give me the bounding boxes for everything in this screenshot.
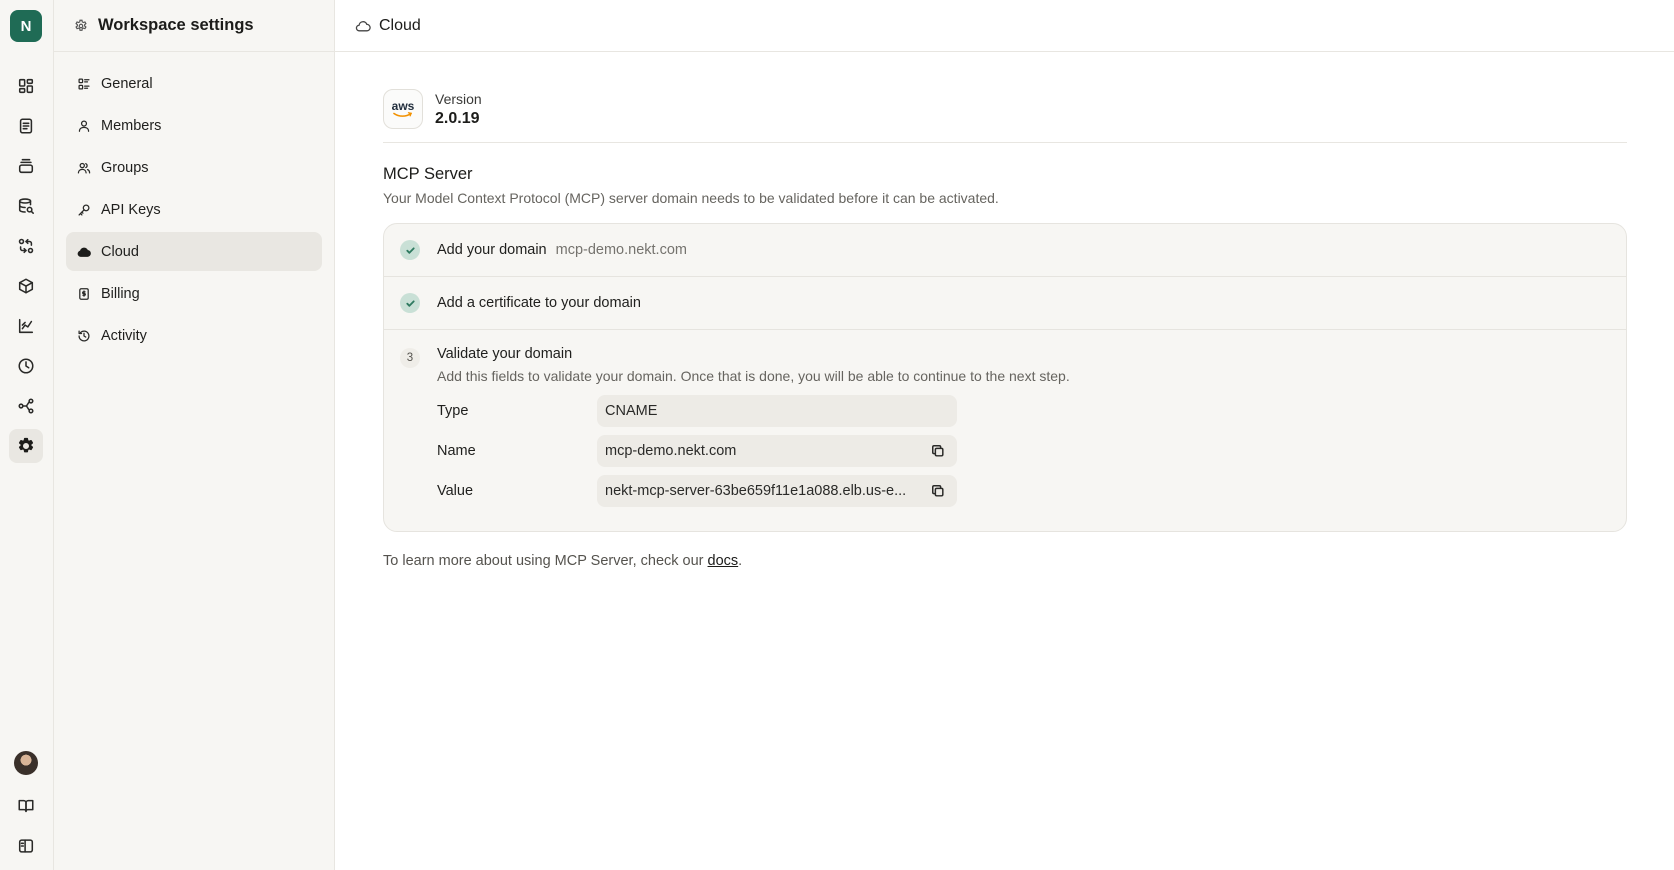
step-label: Add your domain <box>437 242 547 258</box>
mcp-section-title: MCP Server <box>383 165 473 183</box>
nav-item-label: API Keys <box>101 201 161 218</box>
version-section: aws Version 2.0.19 <box>383 52 1627 143</box>
field-value: mcp-demo.nekt.com <box>605 443 737 459</box>
user-avatar[interactable] <box>14 751 38 775</box>
settings-nav: General Members Groups API Keys Cloud Bi… <box>66 64 322 358</box>
nav-item-label: Members <box>101 117 162 134</box>
page-header: Cloud <box>335 0 1674 52</box>
nav-item-label: Activity <box>101 327 147 344</box>
version-value: 2.0.19 <box>435 109 480 127</box>
nav-item-label: Groups <box>101 159 149 176</box>
step-add-domain: Add your domain mcp-demo.nekt.com <box>384 224 1626 277</box>
share-icon[interactable] <box>9 389 43 423</box>
history-icon <box>78 329 90 342</box>
field-value-box[interactable]: mcp-demo.nekt.com <box>597 435 957 467</box>
docs-link[interactable]: docs <box>708 553 739 569</box>
nav-item-groups[interactable]: Groups <box>66 148 322 187</box>
sliders-icon <box>78 77 90 90</box>
clock-icon[interactable] <box>9 349 43 383</box>
settings-sidebar-header: Workspace settings <box>54 0 335 52</box>
book-icon[interactable] <box>9 789 43 823</box>
copy-icon[interactable] <box>927 440 949 462</box>
aws-logo: aws <box>383 89 423 129</box>
database-search-icon[interactable] <box>9 189 43 223</box>
step-description: Add this fields to validate your domain.… <box>437 368 1070 384</box>
nav-item-label: General <box>101 75 153 92</box>
check-icon <box>400 240 420 260</box>
validation-steps: Add your domain mcp-demo.nekt.com Add a … <box>383 223 1627 532</box>
receipt-icon <box>79 287 89 300</box>
dns-field-type: Type CNAME <box>437 395 1626 427</box>
dashboard-icon[interactable] <box>9 69 43 103</box>
sidebar-toggle-icon[interactable] <box>9 829 43 863</box>
field-value: CNAME <box>605 403 658 419</box>
step-domain-value: mcp-demo.nekt.com <box>555 242 687 258</box>
layers-icon[interactable] <box>9 149 43 183</box>
field-label: Value <box>437 483 474 499</box>
settings-sidebar: Workspace settings General Members Group… <box>54 0 335 870</box>
document-icon[interactable] <box>9 109 43 143</box>
step-validate-domain: 3 Validate your domain Add this fields t… <box>384 330 1626 531</box>
nav-item-api-keys[interactable]: API Keys <box>66 190 322 229</box>
gear-icon <box>75 19 87 31</box>
gear-icon[interactable] <box>9 429 43 463</box>
cloud-icon <box>77 247 91 257</box>
nav-item-general[interactable]: General <box>66 64 322 103</box>
field-value-box[interactable]: CNAME <box>597 395 957 427</box>
chart-icon[interactable] <box>9 309 43 343</box>
dns-field-value: Value nekt-mcp-server-63be659f11e1a088.e… <box>437 475 1626 507</box>
version-label: Version <box>435 90 482 107</box>
mcp-section-description: Your Model Context Protocol (MCP) server… <box>383 190 999 206</box>
field-value: nekt-mcp-server-63be659f11e1a088.elb.us-… <box>605 483 907 499</box>
icon-rail: N <box>0 0 54 870</box>
key-icon <box>78 203 90 216</box>
step-number: 3 <box>400 348 420 368</box>
transfer-icon[interactable] <box>9 229 43 263</box>
copy-icon[interactable] <box>927 480 949 502</box>
step-add-certificate: Add a certificate to your domain <box>384 277 1626 330</box>
nav-item-cloud[interactable]: Cloud <box>66 232 322 271</box>
users-icon <box>77 162 91 174</box>
dns-field-name: Name mcp-demo.nekt.com <box>437 435 1626 467</box>
check-icon <box>400 293 420 313</box>
nav-item-billing[interactable]: Billing <box>66 274 322 313</box>
nav-item-activity[interactable]: Activity <box>66 316 322 355</box>
aws-smile-icon <box>393 112 412 117</box>
main-content: aws Version 2.0.19 MCP Server Your Model… <box>383 52 1627 569</box>
dns-fields: Type CNAME Name mcp-demo.nekt.com Value … <box>437 395 1626 507</box>
settings-title: Workspace settings <box>98 16 254 34</box>
docs-note: To learn more about using MCP Server, ch… <box>383 553 1627 569</box>
step-label: Validate your domain <box>437 346 573 362</box>
nav-item-members[interactable]: Members <box>66 106 322 145</box>
nav-item-label: Cloud <box>101 243 139 260</box>
field-value-box[interactable]: nekt-mcp-server-63be659f11e1a088.elb.us-… <box>597 475 957 507</box>
nav-item-label: Billing <box>101 285 140 302</box>
field-label: Type <box>437 403 469 419</box>
step-label: Add a certificate to your domain <box>437 295 641 311</box>
user-icon <box>78 119 90 132</box>
field-label: Name <box>437 443 476 459</box>
docs-note-text: To learn more about using MCP Server, ch… <box>383 553 708 569</box>
page-title: Cloud <box>379 16 421 34</box>
aws-logo-text: aws <box>391 99 415 113</box>
cloud-icon <box>355 20 371 31</box>
workspace-avatar[interactable]: N <box>10 10 42 42</box>
package-icon[interactable] <box>9 269 43 303</box>
docs-note-suffix: . <box>738 553 743 569</box>
